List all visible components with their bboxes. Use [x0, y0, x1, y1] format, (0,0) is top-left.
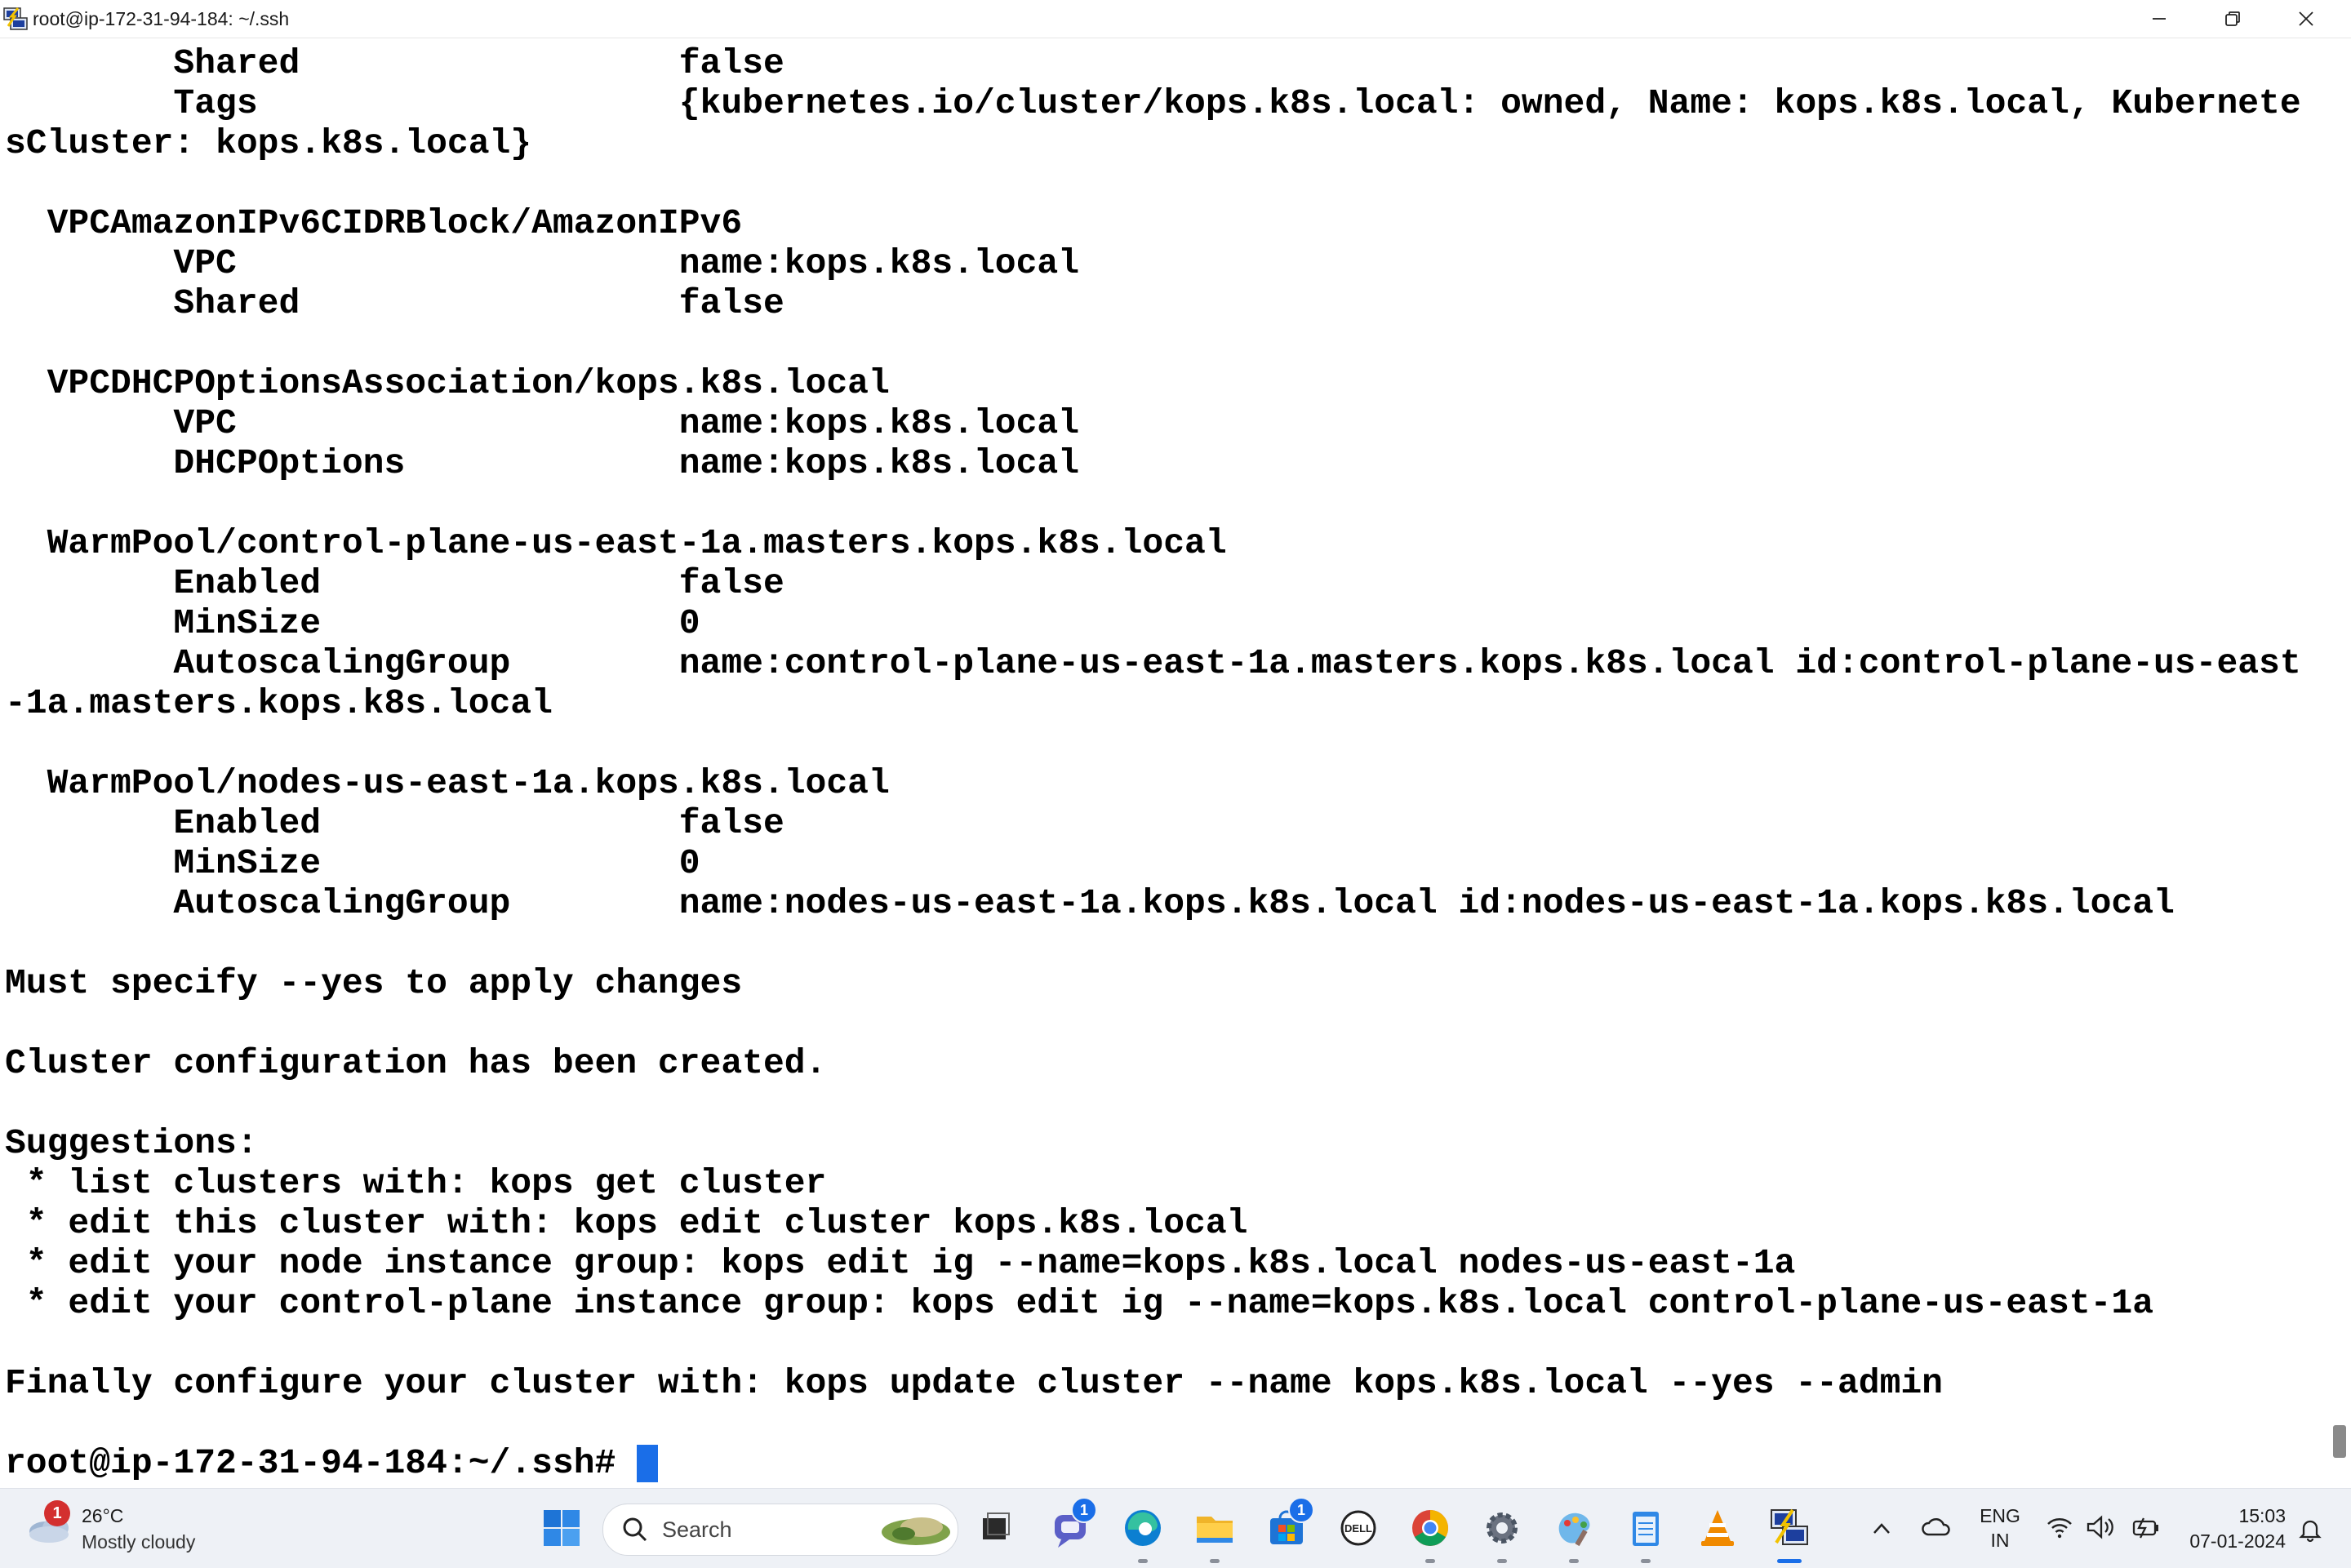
minimize-button[interactable]	[2122, 0, 2196, 38]
vertical-scrollbar[interactable]	[2328, 39, 2351, 1488]
battery-charging-icon[interactable]	[2129, 1513, 2162, 1541]
close-icon	[2299, 11, 2313, 26]
terminal-line: * edit your control-plane instance group…	[5, 1283, 2154, 1323]
notification-bell-icon[interactable]	[2295, 1515, 2325, 1544]
weather-temperature: 26°C	[82, 1505, 124, 1526]
terminal-cursor	[637, 1445, 658, 1482]
system-clock[interactable]: 15:03 07-01-2024	[2171, 1504, 2286, 1554]
vlc-icon[interactable]	[1693, 1504, 1742, 1552]
terminal-line: Must specify --yes to apply changes	[5, 963, 743, 1003]
putty-icon	[3, 7, 28, 30]
terminal-line: * edit your node instance group: kops ed…	[5, 1243, 1796, 1283]
start-icon[interactable]	[537, 1504, 586, 1552]
explorer-running-indicator	[1210, 1559, 1220, 1563]
input-language[interactable]: ENG IN	[1975, 1504, 2024, 1552]
teams-notification-badge: 1	[1071, 1497, 1097, 1523]
search-highlight-icon	[882, 1517, 950, 1545]
terminal-line: DHCPOptions name:kops.k8s.local	[5, 443, 1080, 483]
terminal-line: VPC name:kops.k8s.local	[5, 403, 1080, 443]
scrollbar-thumb[interactable]	[2333, 1425, 2346, 1458]
file-explorer-icon[interactable]	[1190, 1504, 1239, 1552]
title-bar[interactable]: root@ip-172-31-94-184: ~/.ssh	[0, 0, 2351, 38]
edge-icon[interactable]	[1118, 1504, 1167, 1552]
notepad-running-indicator	[1641, 1559, 1651, 1563]
terminal-line: root@ip-172-31-94-184:~/.ssh#	[5, 1443, 638, 1483]
terminal-line: * list clusters with: kops get cluster	[5, 1163, 827, 1203]
paint-icon[interactable]	[1549, 1504, 1598, 1552]
terminal-line: Shared false	[5, 283, 784, 323]
clock-date: 07-01-2024	[2189, 1530, 2286, 1552]
language-code: ENG	[1980, 1505, 2020, 1526]
settings-running-indicator	[1497, 1559, 1507, 1563]
chevron-up-icon[interactable]	[1869, 1517, 1894, 1541]
search-label: Search	[662, 1517, 732, 1542]
terminal-line: Enabled false	[5, 803, 784, 843]
dell-icon[interactable]: DELL	[1334, 1504, 1383, 1552]
edge-running-indicator	[1138, 1559, 1148, 1563]
settings-icon[interactable]	[1478, 1504, 1527, 1552]
weather-widget[interactable]: 1 26°C Mostly cloudy	[24, 1500, 220, 1557]
store-notification-badge: 1	[1288, 1497, 1314, 1523]
svg-text:DELL: DELL	[1344, 1522, 1372, 1535]
terminal-line: AutoscalingGroup name:nodes-us-east-1a.k…	[5, 883, 2175, 923]
terminal-line: Finally configure your cluster with: kop…	[5, 1363, 1943, 1403]
terminal-output[interactable]: Shared false Tags {kubernetes.io/cluster…	[0, 39, 2328, 1488]
putty-active-indicator	[1777, 1559, 1802, 1563]
terminal-line: AutoscalingGroup name:control-plane-us-e…	[5, 643, 2301, 683]
terminal-line: * edit this cluster with: kops edit clus…	[5, 1203, 1248, 1243]
terminal-line: Enabled false	[5, 563, 784, 603]
clock-time: 15:03	[2238, 1505, 2286, 1526]
terminal-line: MinSize 0	[5, 843, 700, 883]
window-title: root@ip-172-31-94-184: ~/.ssh	[33, 8, 290, 29]
terminal-line: WarmPool/control-plane-us-east-1a.master…	[5, 523, 1227, 563]
putty-taskbar-icon[interactable]	[1765, 1504, 1814, 1552]
close-button[interactable]	[2269, 0, 2343, 38]
region-code: IN	[1990, 1530, 2010, 1551]
terminal-line: WarmPool/nodes-us-east-1a.kops.k8s.local	[5, 763, 890, 803]
weather-description: Mostly cloudy	[82, 1531, 196, 1552]
chrome-icon[interactable]	[1406, 1504, 1455, 1552]
task-view-icon[interactable]	[971, 1504, 1020, 1552]
terminal-line: -1a.masters.kops.k8s.local	[5, 683, 553, 723]
search-icon	[623, 1517, 647, 1542]
taskbar-search[interactable]: Search	[602, 1504, 958, 1556]
chrome-running-indicator	[1425, 1559, 1435, 1563]
terminal-line: VPCDHCPOptionsAssociation/kops.k8s.local	[5, 363, 890, 403]
terminal-line: sCluster: kops.k8s.local}	[5, 123, 532, 163]
paint-running-indicator	[1569, 1559, 1579, 1563]
terminal-line: Tags {kubernetes.io/cluster/kops.k8s.loc…	[5, 83, 2301, 123]
terminal-line: Shared false	[5, 43, 784, 83]
minimize-icon	[2153, 18, 2166, 20]
terminal-line: VPC name:kops.k8s.local	[5, 243, 1080, 283]
wifi-icon[interactable]	[2046, 1515, 2073, 1539]
weather-alert-badge: 1	[44, 1500, 70, 1526]
restore-icon	[2225, 11, 2240, 26]
restore-button[interactable]	[2196, 0, 2269, 38]
taskbar: 1 26°C Mostly cloudy Search 1 1 DELL ENG…	[0, 1488, 2351, 1568]
volume-icon[interactable]	[2085, 1513, 2116, 1541]
terminal-line: VPCAmazonIPv6CIDRBlock/AmazonIPv6	[5, 203, 743, 243]
terminal-line: Suggestions:	[5, 1123, 258, 1163]
terminal-line: Cluster configuration has been created.	[5, 1043, 827, 1083]
notepad-icon[interactable]	[1621, 1504, 1670, 1552]
onedrive-icon[interactable]	[1920, 1513, 1953, 1541]
terminal-line: MinSize 0	[5, 603, 700, 643]
